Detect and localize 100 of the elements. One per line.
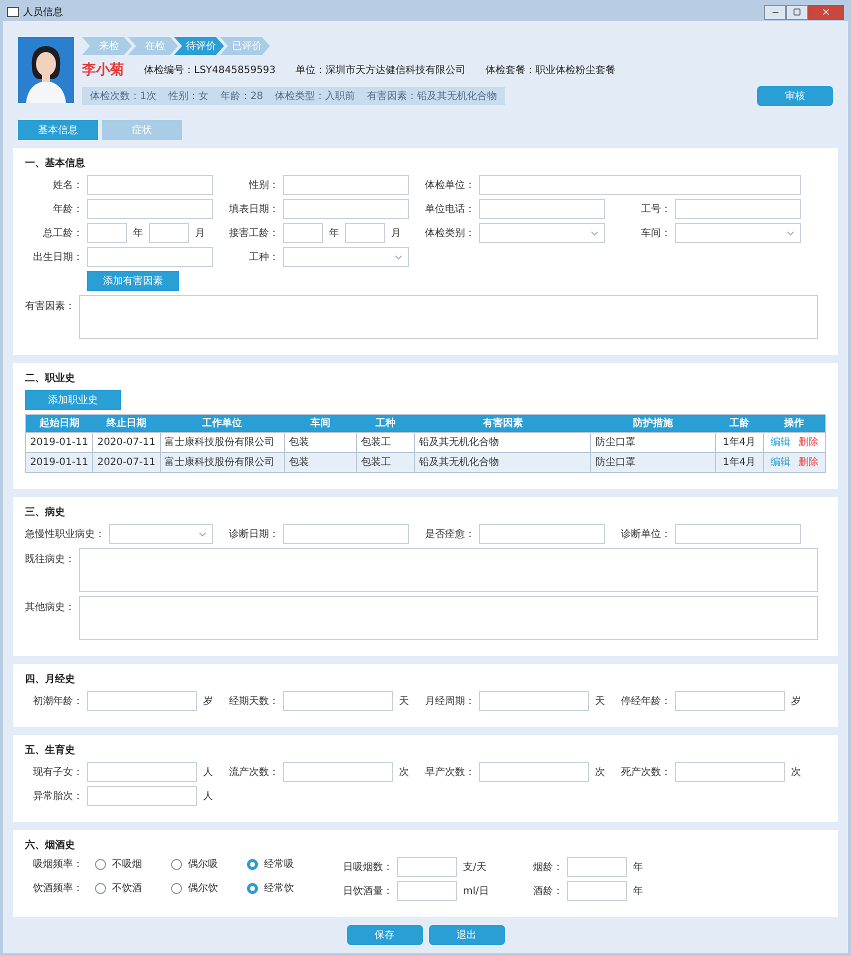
table-cell: 包装工: [356, 452, 415, 472]
field-label: 经期天数：: [228, 694, 280, 708]
unit-label: 天: [594, 694, 605, 708]
delete-link[interactable]: 删除: [798, 437, 818, 448]
exit-button[interactable]: 退出: [428, 925, 504, 945]
window-title: 人员信息: [23, 6, 63, 20]
input-field[interactable]: [283, 223, 323, 243]
table-cell: 2020-07-11: [92, 452, 160, 472]
input-field[interactable]: [283, 175, 409, 195]
progress-step: 来检: [82, 37, 132, 55]
column-header: 操作: [763, 414, 826, 432]
field-label: 早产次数：: [424, 766, 476, 780]
dropdown[interactable]: [109, 524, 213, 544]
maximize-button[interactable]: [786, 4, 808, 20]
radio-option[interactable]: 偶尔吸: [163, 857, 239, 872]
radio-option[interactable]: 不吸烟: [87, 857, 163, 872]
field-label: 出生日期：: [32, 250, 84, 264]
dropdown[interactable]: [479, 223, 605, 243]
tab[interactable]: 症状: [102, 120, 182, 140]
minimize-button[interactable]: [764, 4, 786, 20]
input-field[interactable]: [479, 524, 605, 544]
unit-label: ml/日: [462, 884, 489, 898]
detail-text: 年龄：28: [220, 90, 264, 104]
field-label: 异常胎次：: [32, 790, 84, 804]
field-label: 月经周期：: [424, 694, 476, 708]
unit-label: 人: [202, 766, 213, 780]
input-field[interactable]: [283, 762, 393, 782]
field-label: 接害工龄：: [228, 226, 280, 240]
text-area[interactable]: [79, 548, 818, 592]
section-title: 六、烟酒史: [25, 838, 76, 853]
add-factor-button[interactable]: 添加有害因素: [87, 271, 179, 291]
field-label: 既往病史：: [25, 554, 76, 565]
input-field[interactable]: [87, 199, 213, 219]
input-field[interactable]: [283, 691, 393, 711]
input-field[interactable]: [87, 223, 127, 243]
input-field[interactable]: [283, 524, 409, 544]
table-cell: 富士康科技股份有限公司: [160, 452, 284, 472]
field-label: 单位电话：: [424, 202, 476, 216]
close-icon: [821, 7, 831, 17]
field-label: 填表日期：: [228, 202, 280, 216]
section-title: 五、生育史: [25, 743, 76, 758]
dropdown[interactable]: [675, 223, 801, 243]
section-title: 二、职业史: [25, 372, 76, 386]
field-label: 现有子女：: [32, 766, 84, 780]
unit-label: 岁: [202, 694, 213, 708]
input-field[interactable]: [675, 762, 785, 782]
text-area[interactable]: [79, 596, 818, 640]
field-label: 急慢性职业病史：: [25, 528, 106, 542]
column-header: 工种: [356, 414, 415, 432]
field-label: 姓名：: [52, 178, 84, 192]
input-field[interactable]: [397, 881, 457, 901]
input-field[interactable]: [87, 691, 197, 711]
field-label: 其他病史：: [25, 602, 76, 613]
field-label: 车间：: [640, 226, 672, 240]
edit-link[interactable]: 编辑: [770, 437, 790, 448]
tab[interactable]: 基本信息: [18, 120, 98, 140]
radio-option[interactable]: 不饮酒: [87, 881, 163, 896]
unit-label: 次: [594, 766, 605, 780]
input-field[interactable]: [675, 691, 785, 711]
dropdown[interactable]: [283, 247, 409, 267]
input-field[interactable]: [479, 175, 801, 195]
detail-text: 体检类型：入职前: [275, 90, 356, 104]
input-field[interactable]: [87, 175, 213, 195]
add-job-button[interactable]: 添加职业史: [25, 390, 121, 410]
column-header: 工作单位: [160, 414, 284, 432]
field-label: 性别：: [248, 178, 280, 192]
text-area[interactable]: [79, 295, 818, 339]
input-field[interactable]: [283, 199, 409, 219]
field-label: 诊断单位：: [620, 528, 672, 542]
radio-option[interactable]: 经常吸: [239, 857, 315, 872]
input-field[interactable]: [567, 857, 627, 877]
review-button[interactable]: 审核: [757, 86, 833, 106]
detail-text: 体检次数：1次: [90, 90, 156, 104]
input-field[interactable]: [345, 223, 385, 243]
input-field[interactable]: [675, 524, 801, 544]
input-field[interactable]: [479, 199, 605, 219]
input-field[interactable]: [87, 786, 197, 806]
radio-option[interactable]: 偶尔饮: [163, 881, 239, 896]
input-field[interactable]: [479, 762, 589, 782]
delete-link[interactable]: 删除: [798, 457, 818, 468]
radio-option[interactable]: 经常饮: [239, 881, 315, 896]
unit-label: 次: [398, 766, 409, 780]
input-field[interactable]: [675, 199, 801, 219]
edit-link[interactable]: 编辑: [770, 457, 790, 468]
input-field[interactable]: [87, 247, 213, 267]
field-label: 初潮年龄：: [32, 694, 84, 708]
input-field[interactable]: [149, 223, 189, 243]
unit-label: 月: [194, 226, 205, 240]
input-field[interactable]: [87, 762, 197, 782]
unit-label: 人: [202, 790, 213, 804]
column-header: 车间: [284, 414, 356, 432]
close-button[interactable]: [808, 4, 844, 20]
window-icon: [7, 7, 19, 17]
input-field[interactable]: [397, 857, 457, 877]
save-button[interactable]: 保存: [346, 925, 422, 945]
input-field[interactable]: [567, 881, 627, 901]
field-label: 年龄：: [52, 202, 84, 216]
column-header: 防护措施: [590, 414, 716, 432]
input-field[interactable]: [479, 691, 589, 711]
field-label: 日吸烟数：: [342, 860, 394, 874]
